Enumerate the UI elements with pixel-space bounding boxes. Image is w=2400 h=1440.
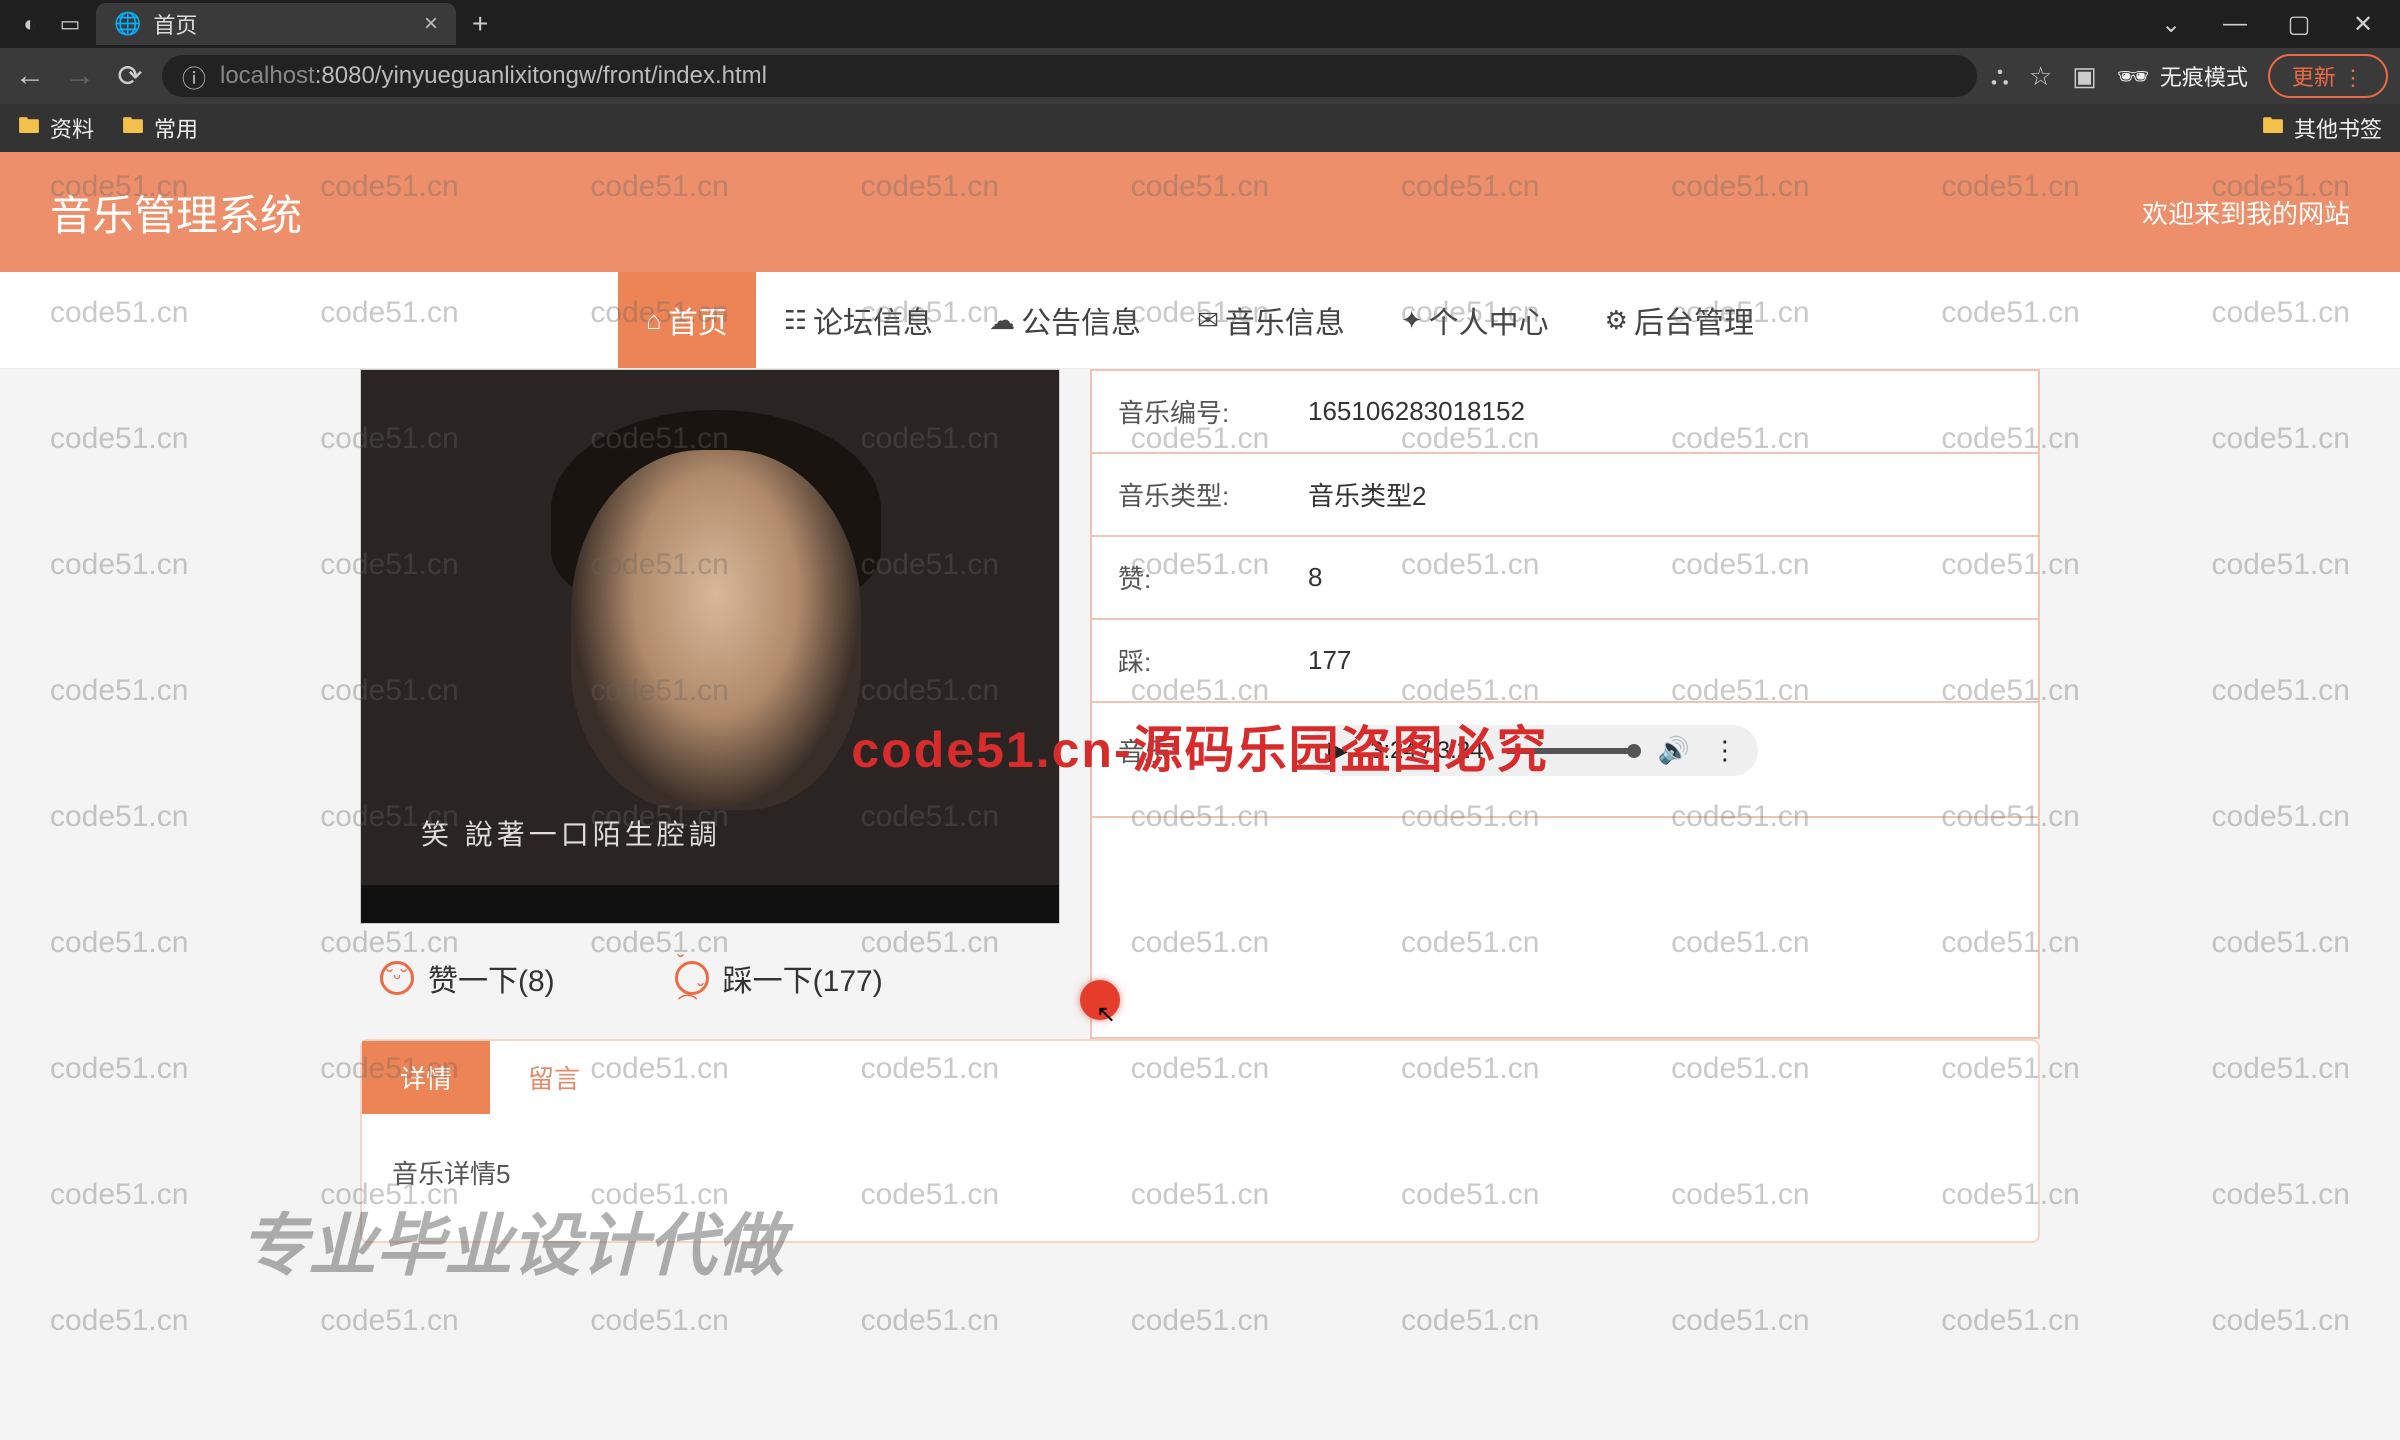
folder-icon: 🖿: [18, 109, 40, 147]
audio-more-icon[interactable]: ⋮: [1712, 735, 1738, 766]
app-icon: ◐: [10, 4, 50, 44]
menu-dots-icon: ⋮: [2342, 65, 2364, 90]
grid-icon: ☷: [784, 305, 807, 336]
tab-bar: ◐ ▭ 🌐 首页 × + ⌄ — ▢ ✕: [0, 0, 2400, 48]
detail-tabs: 详情 留言: [362, 1041, 2038, 1114]
vote-row: ˘ᵕ˘ 赞一下(8) ˘︵˘ 踩一下(177): [360, 924, 1060, 1032]
info-row-type: 音乐类型: 音乐类型2: [1092, 454, 2038, 537]
smile-icon: ˘ᵕ˘: [380, 961, 414, 995]
info-panel: 音乐编号: 165106283018152 音乐类型: 音乐类型2 赞: 8 踩…: [1090, 369, 2040, 1039]
globe-icon: 🌐: [114, 11, 141, 37]
audio-progress[interactable]: [1505, 748, 1635, 754]
star-icon[interactable]: ☆: [2029, 61, 2052, 92]
update-button[interactable]: 更新 ⋮: [2268, 54, 2388, 98]
tab-prev-icon: ▭: [50, 4, 90, 44]
nav-home[interactable]: ⌂ 首页: [618, 272, 756, 368]
side-panel-icon[interactable]: ▣: [2072, 61, 2097, 92]
tab-comments[interactable]: 留言: [490, 1041, 618, 1114]
maximize-icon[interactable]: ▢: [2272, 10, 2326, 39]
bookmark-other[interactable]: 🖿 其他书签: [2262, 109, 2382, 147]
translate-icon[interactable]: ⛬: [1991, 60, 2009, 92]
reload-button[interactable]: ⟳: [112, 59, 148, 94]
mail-icon: ✉: [1197, 305, 1219, 336]
user-icon: ✦: [1401, 305, 1423, 336]
cursor-arrow-icon: ↖: [1096, 1000, 1116, 1029]
content-area: 笑 說著一口陌生腔調 ˘ᵕ˘ 赞一下(8) ˘︵˘ 踩一下(177) 音乐编号:…: [0, 369, 2400, 1039]
browser-chrome: ◐ ▭ 🌐 首页 × + ⌄ — ▢ ✕ ← → ⟳ ⓘ localhost:8…: [0, 0, 2400, 152]
incognito-icon: 🕶: [2117, 61, 2150, 92]
site-header: 音乐管理系统 欢迎来到我的网站: [0, 152, 2400, 272]
left-column: 笑 說著一口陌生腔調 ˘ᵕ˘ 赞一下(8) ˘︵˘ 踩一下(177): [360, 369, 1060, 1032]
folder-icon: 🖿: [122, 109, 144, 147]
url-input[interactable]: ⓘ localhost:8080/yinyueguanlixitongw/fro…: [162, 55, 1977, 97]
window-controls: ⌄ — ▢ ✕: [2144, 10, 2390, 39]
music-cover[interactable]: 笑 說著一口陌生腔調: [360, 369, 1060, 924]
tab-detail[interactable]: 详情: [362, 1041, 490, 1114]
bookmarks-bar: 🖿 资料 🖿 常用 🖿 其他书签: [0, 104, 2400, 152]
site-title: 音乐管理系统: [50, 182, 302, 243]
url-host: localhost: [220, 62, 315, 90]
tab-title: 首页: [153, 8, 197, 40]
back-button[interactable]: ←: [12, 59, 48, 93]
new-tab-button[interactable]: +: [472, 8, 488, 40]
address-bar-right: ⛬ ☆ ▣ 🕶 无痕模式 更新 ⋮: [1991, 54, 2388, 98]
main-nav: ⌂ 首页 ☷ 论坛信息 ☁ 公告信息 ✉ 音乐信息 ✦ 个人中心 ⚙ 后台管理: [0, 272, 2400, 369]
incognito-label: 无痕模式: [2160, 60, 2248, 92]
folder-icon: 🖿: [2262, 109, 2284, 147]
nav-profile[interactable]: ✦ 个人中心: [1373, 272, 1577, 368]
nav-admin[interactable]: ⚙ 后台管理: [1577, 272, 1782, 368]
forward-button[interactable]: →: [62, 59, 98, 93]
tab-dropdown-icon[interactable]: ⌄: [2144, 10, 2198, 39]
detail-body: 音乐详情5: [362, 1114, 2038, 1241]
cover-subtitle: 笑 說著一口陌生腔調: [421, 813, 721, 853]
close-tab-icon[interactable]: ×: [424, 10, 438, 38]
detail-panel: 详情 留言 音乐详情5: [360, 1039, 2040, 1243]
sad-icon: ˘︵˘: [675, 961, 709, 995]
home-icon: ⌂: [646, 305, 662, 336]
play-icon[interactable]: ▶: [1328, 735, 1348, 766]
bookmark-changyong[interactable]: 🖿 常用: [122, 109, 198, 147]
cloud-icon: ☁: [989, 305, 1015, 336]
info-row-likes: 赞: 8: [1092, 537, 2038, 620]
video-control-bar[interactable]: [361, 885, 1059, 923]
bookmark-ziliao[interactable]: 🖿 资料: [18, 109, 94, 147]
info-row-dislikes: 踩: 177: [1092, 620, 2038, 703]
audio-player[interactable]: ▶ 3:24 / 3:24 🔊 ⋮: [1308, 725, 1758, 776]
nav-music[interactable]: ✉ 音乐信息: [1169, 272, 1373, 368]
nav-notice[interactable]: ☁ 公告信息: [961, 272, 1169, 368]
audio-time: 3:24 / 3:24: [1370, 737, 1483, 765]
volume-icon[interactable]: 🔊: [1657, 735, 1689, 766]
browser-tab[interactable]: 🌐 首页 ×: [96, 3, 456, 45]
minimize-icon[interactable]: —: [2208, 10, 2262, 38]
nav-forum[interactable]: ☷ 论坛信息: [756, 272, 961, 368]
like-button[interactable]: ˘ᵕ˘ 赞一下(8): [380, 956, 555, 1000]
gear-icon: ⚙: [1605, 305, 1628, 336]
close-window-icon[interactable]: ✕: [2336, 10, 2390, 39]
info-row-id: 音乐编号: 165106283018152: [1092, 371, 2038, 454]
url-path: :8080/yinyueguanlixitongw/front/index.ht…: [315, 62, 767, 90]
welcome-text: 欢迎来到我的网站: [2142, 194, 2350, 231]
info-row-audio: 音乐: ▶ 3:24 / 3:24 🔊 ⋮: [1092, 703, 2038, 818]
dislike-button[interactable]: ˘︵˘ 踩一下(177): [675, 956, 883, 1000]
address-bar: ← → ⟳ ⓘ localhost:8080/yinyueguanlixiton…: [0, 48, 2400, 104]
info-icon[interactable]: ⓘ: [182, 59, 206, 94]
incognito-indicator: 🕶 无痕模式: [2117, 60, 2248, 92]
